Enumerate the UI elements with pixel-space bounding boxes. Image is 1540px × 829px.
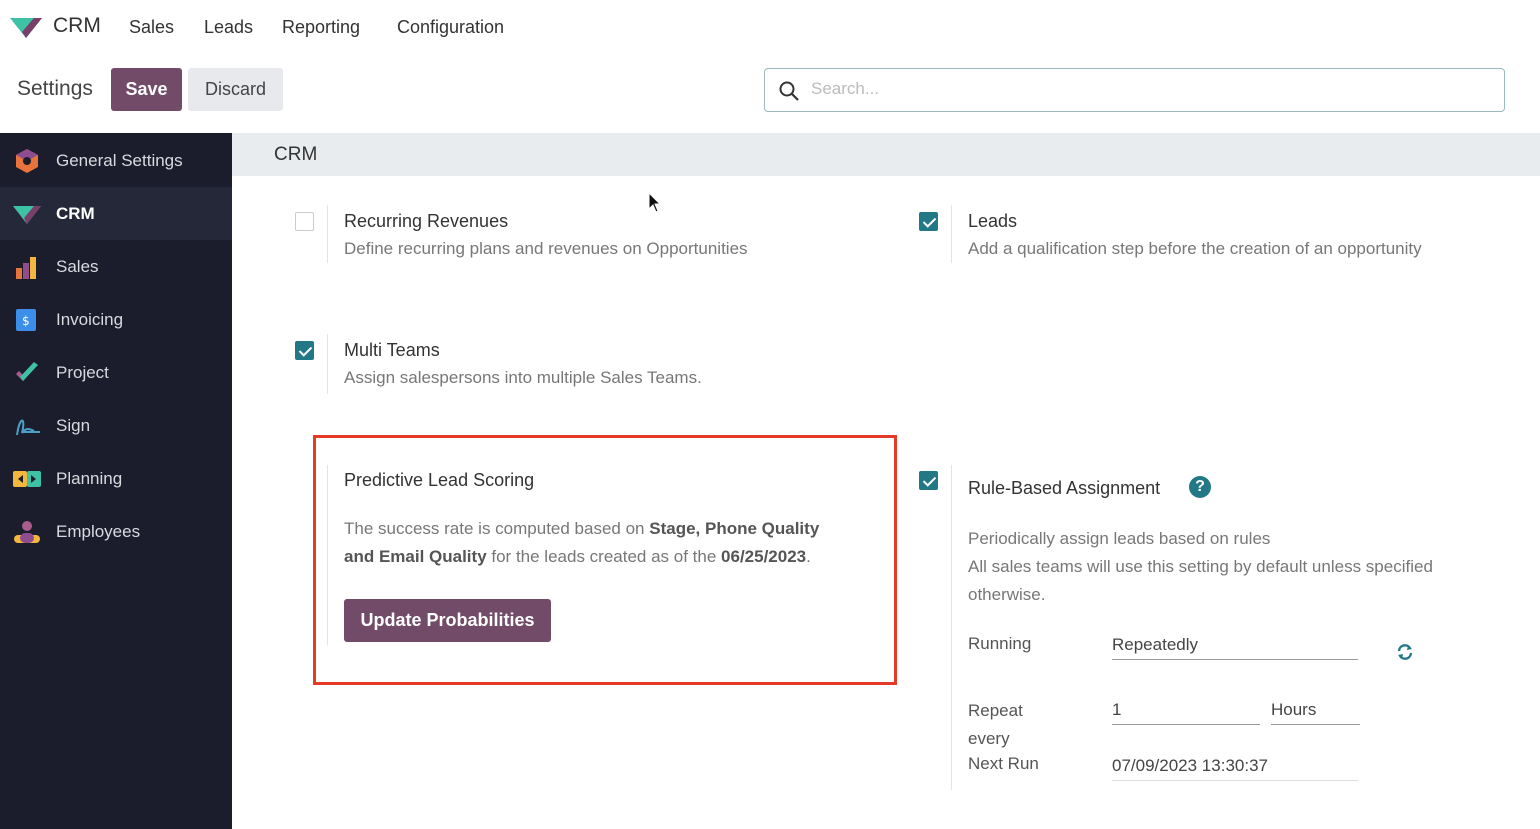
sidebar-item-label: Sales	[56, 256, 99, 276]
discard-button[interactable]: Discard	[188, 68, 283, 111]
search-box[interactable]	[764, 68, 1505, 112]
repeat-interval-input[interactable]: 1	[1112, 700, 1260, 725]
app-name[interactable]: CRM	[53, 14, 101, 38]
divider	[327, 205, 328, 263]
svg-text:$: $	[22, 314, 30, 328]
desc-line: Periodically assign leads based on rules	[968, 529, 1271, 548]
sidebar-item-planning[interactable]: Planning	[0, 452, 232, 505]
setting-description: Assign salespersons into multiple Sales …	[344, 368, 702, 387]
desc-text: for the leads created as of the	[486, 547, 722, 566]
setting-title: Predictive Lead Scoring	[344, 470, 535, 490]
divider	[951, 205, 952, 263]
next-run-label: Next Run	[968, 754, 1039, 773]
running-select[interactable]: Repeatedly	[1112, 635, 1358, 660]
desc-bold: Stage, Phone Quality	[649, 519, 820, 538]
menu-configuration[interactable]: Configuration	[397, 17, 504, 38]
divider	[327, 465, 328, 645]
repeat-unit-select[interactable]: Hours	[1271, 700, 1360, 725]
divider	[951, 465, 952, 790]
desc-bold: and Email Quality	[344, 547, 487, 566]
desc-text: The success rate is computed based on	[344, 519, 650, 538]
repeat-every-label: Repeat every	[968, 701, 1023, 748]
sidebar-item-label: Planning	[56, 468, 123, 488]
next-run-field[interactable]: 07/09/2023 13:30:37	[1112, 756, 1358, 781]
sidebar-item-label: CRM	[56, 203, 95, 223]
recurring-revenues-checkbox[interactable]	[295, 212, 314, 231]
rule-based-assignment-checkbox[interactable]	[919, 471, 938, 490]
setting-title: Rule-Based Assignment	[968, 478, 1161, 498]
page-title: Settings	[17, 77, 93, 100]
setting-title: Multi Teams	[344, 340, 440, 360]
search-icon	[779, 81, 799, 101]
help-icon[interactable]: ?	[1189, 476, 1211, 498]
setting-description: Define recurring plans and revenues on O…	[344, 239, 748, 258]
save-button[interactable]: Save	[111, 68, 182, 111]
sidebar-item-employees[interactable]: Employees	[0, 505, 232, 558]
employees-icon	[14, 520, 40, 543]
setting-title: Recurring Revenues	[344, 211, 509, 231]
sidebar-item-crm[interactable]: CRM	[0, 187, 232, 240]
setting-description: The success rate is computed based on St…	[344, 515, 884, 571]
sidebar-item-label: Invoicing	[56, 309, 124, 329]
general-settings-icon	[16, 148, 38, 173]
menu-sales[interactable]: Sales	[129, 17, 174, 38]
sidebar-item-label: General Settings	[56, 150, 183, 170]
leads-checkbox[interactable]	[919, 212, 938, 231]
desc-line: All sales teams will use this setting by…	[968, 557, 1433, 604]
crm-logo-icon[interactable]	[8, 14, 44, 40]
refresh-icon[interactable]	[1396, 643, 1414, 661]
mouse-cursor-icon	[648, 192, 662, 213]
sidebar-item-label: Sign	[56, 415, 91, 435]
desc-date: 06/25/2023	[721, 547, 807, 566]
setting-description: Add a qualification step before the crea…	[968, 239, 1422, 258]
project-icon	[16, 361, 38, 381]
sidebar-item-sales[interactable]: Sales	[0, 240, 232, 293]
crm-icon	[13, 205, 41, 224]
menu-leads[interactable]: Leads	[204, 17, 253, 38]
section-header: CRM	[232, 133, 1540, 176]
top-navbar: CRM Sales Leads Reporting Configuration	[0, 0, 1540, 56]
update-probabilities-button[interactable]: Update Probabilities	[344, 599, 551, 642]
running-label: Running	[968, 634, 1032, 653]
sidebar-item-invoicing[interactable]: $ Invoicing	[0, 293, 232, 346]
search-input[interactable]	[811, 79, 1491, 99]
sidebar-item-sign[interactable]: Sign	[0, 399, 232, 452]
sidebar-item-project[interactable]: Project	[0, 346, 232, 399]
section-title: CRM	[274, 144, 318, 165]
sidebar-item-general-settings[interactable]: General Settings	[0, 134, 232, 187]
sales-icon	[16, 256, 36, 279]
menu-reporting[interactable]: Reporting	[282, 17, 360, 38]
invoicing-icon: $	[16, 308, 36, 331]
desc-text: .	[806, 547, 811, 566]
sign-icon	[16, 419, 40, 435]
setting-description: Periodically assign leads based on rules…	[968, 525, 1508, 609]
planning-icon	[13, 470, 41, 487]
settings-sidebar: General Settings CRM Sales $ Invoicing Pr…	[0, 133, 232, 829]
setting-title: Leads	[968, 211, 1018, 231]
divider	[327, 334, 328, 394]
sidebar-item-label: Project	[56, 362, 109, 382]
sidebar-item-label: Employees	[56, 521, 141, 541]
multi-teams-checkbox[interactable]	[295, 341, 314, 360]
